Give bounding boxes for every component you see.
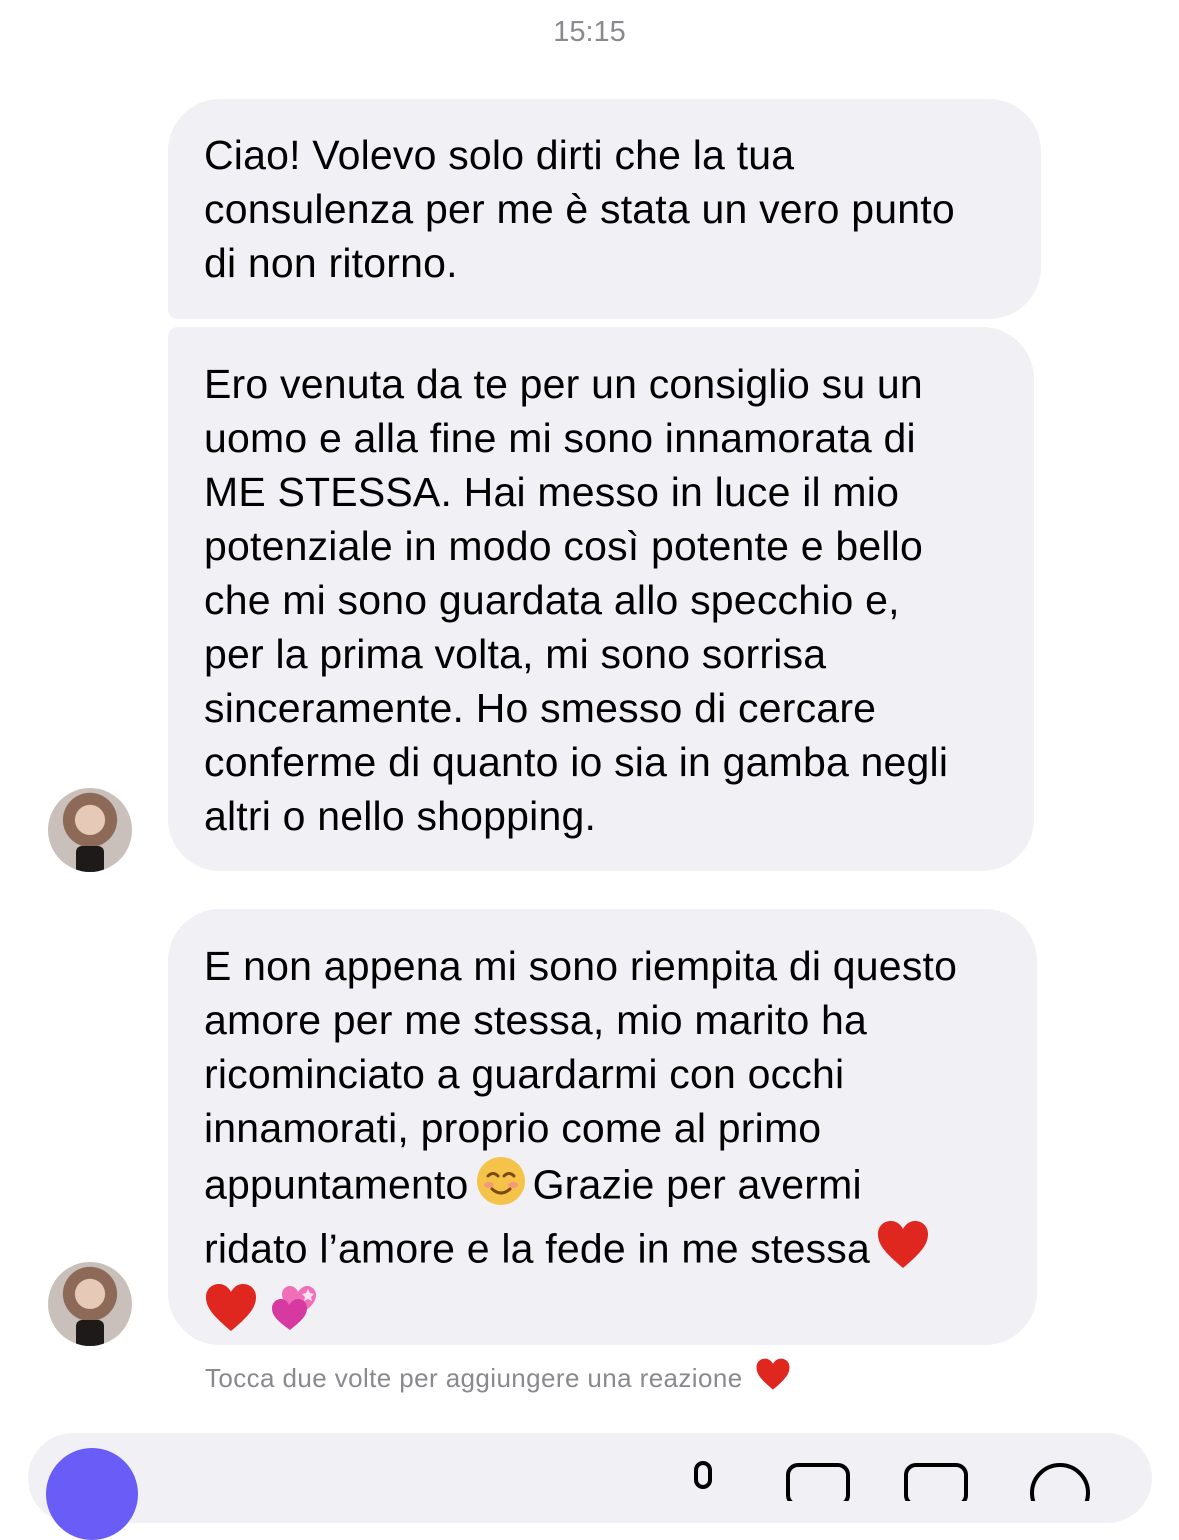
message-bubble[interactable]: Ero venuta da te per un consiglio su un … <box>168 327 1034 871</box>
reaction-hint-text: Tocca due volte per aggiungere una reazi… <box>205 1362 743 1393</box>
smiling-face-icon <box>475 1155 527 1220</box>
message-timestamp: 15:15 <box>553 16 626 48</box>
two-hearts-icon <box>270 1285 320 1344</box>
message-bubble[interactable]: E non appena mi sono riempita di questo … <box>168 909 1037 1345</box>
microphone-icon[interactable] <box>688 1461 718 1506</box>
reaction-hint: Tocca due volte per aggiungere una reazi… <box>205 1358 791 1398</box>
avatar[interactable] <box>48 788 132 872</box>
avatar[interactable] <box>48 1262 132 1346</box>
message-bubble[interactable]: Ciao! Volevo solo dirti che la tua consu… <box>168 99 1041 319</box>
red-heart-icon <box>204 1283 258 1346</box>
red-heart-icon[interactable] <box>755 1358 791 1398</box>
message-composer[interactable] <box>28 1433 1152 1540</box>
camera-button[interactable] <box>46 1448 138 1540</box>
sticker-icon[interactable] <box>904 1461 968 1507</box>
red-heart-icon <box>876 1220 930 1283</box>
gallery-icon[interactable] <box>786 1461 850 1507</box>
add-icon[interactable] <box>1028 1461 1092 1523</box>
